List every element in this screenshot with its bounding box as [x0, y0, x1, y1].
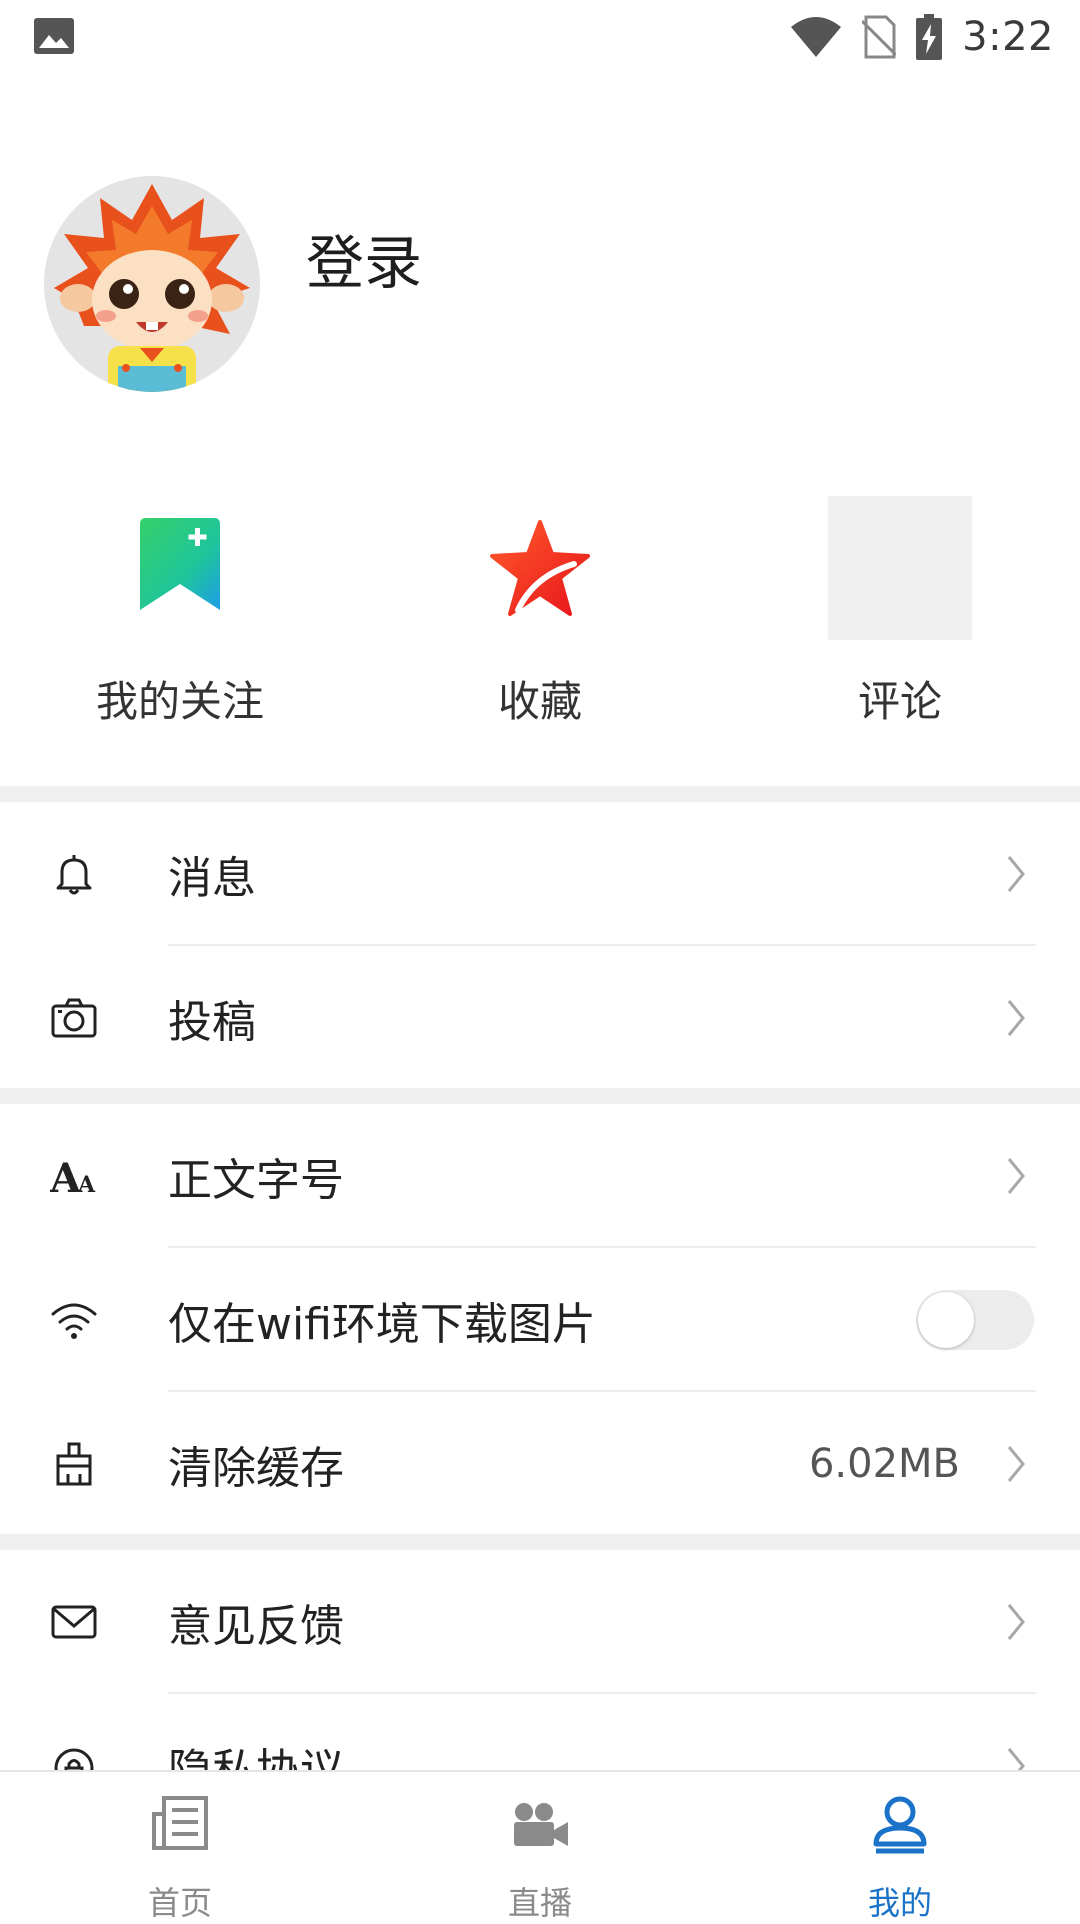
gallery-icon	[34, 18, 74, 54]
menu-row-messages[interactable]: 消息	[0, 802, 1080, 946]
shortcut-label: 我的关注	[95, 677, 264, 726]
wifi-signal-icon	[791, 17, 842, 57]
profile-header[interactable]: 登录	[0, 176, 1080, 396]
menu-label: 仅在wifi环境下载图片	[168, 1299, 596, 1350]
wifi-only-toggle[interactable]	[916, 1290, 1034, 1350]
clock: 3:22	[962, 14, 1054, 60]
shortcut-favorites[interactable]: 收藏	[360, 490, 720, 730]
tab-live[interactable]: 直播	[360, 1772, 720, 1922]
section-divider	[0, 786, 1080, 802]
chevron-right-icon	[1007, 1446, 1025, 1482]
menu-row-font-size[interactable]: A A 正文字号	[0, 1104, 1080, 1248]
shortcut-label: 评论	[857, 677, 942, 726]
cache-size-value: 6.02MB	[808, 1441, 960, 1487]
menu-label: 意见反馈	[168, 1601, 344, 1652]
menu-label: 正文字号	[168, 1155, 344, 1206]
shortcut-label: 收藏	[497, 677, 582, 726]
chevron-right-icon	[1007, 856, 1025, 892]
chevron-right-icon	[1007, 1000, 1025, 1036]
lion-mascot-icon	[54, 184, 250, 392]
menu-label: 消息	[168, 853, 256, 904]
bottom-nav: 首页 直播 我的	[0, 1770, 1080, 1922]
shortcut-grid: 我的关注 收藏 评论	[0, 490, 1080, 740]
menu-label: 清除缓存	[168, 1443, 344, 1494]
star-icon	[490, 520, 590, 616]
tab-home[interactable]: 首页	[0, 1772, 360, 1922]
battery-charging-icon	[916, 14, 943, 60]
section-divider	[0, 1088, 1080, 1104]
menu-row-submit[interactable]: 投稿	[0, 946, 1080, 1090]
menu-row-feedback[interactable]: 意见反馈	[0, 1550, 1080, 1694]
mail-icon	[51, 1605, 97, 1639]
video-camera-icon	[514, 1803, 568, 1846]
shortcut-following[interactable]: 我的关注	[0, 490, 360, 730]
toggle-knob	[918, 1292, 974, 1348]
tab-label: 首页	[147, 1884, 212, 1922]
status-bar: 3:22	[0, 0, 1080, 74]
broom-icon	[56, 1442, 92, 1486]
newspaper-icon	[152, 1796, 208, 1850]
tab-label: 我的	[867, 1884, 932, 1922]
svg-text:A: A	[77, 1172, 96, 1198]
login-link[interactable]: 登录	[306, 216, 422, 300]
shortcut-comments[interactable]: 评论	[720, 490, 1080, 730]
bookmark-plus-icon	[140, 518, 220, 610]
tab-mine[interactable]: 我的	[720, 1772, 1080, 1922]
font-size-icon: A A	[50, 1155, 96, 1200]
profile-icon	[873, 1796, 927, 1854]
camera-icon	[51, 998, 97, 1038]
chevron-right-icon	[1007, 1158, 1025, 1194]
menu-row-wifi-only: 仅在wifi环境下载图片	[0, 1248, 1080, 1392]
wifi-icon	[51, 1303, 97, 1339]
tab-label: 直播	[507, 1884, 572, 1922]
bell-icon	[56, 855, 92, 895]
no-sim-icon	[862, 15, 897, 59]
avatar[interactable]	[44, 176, 260, 392]
chevron-right-icon	[1007, 1604, 1025, 1640]
section-divider	[0, 1534, 1080, 1550]
menu-row-clear-cache[interactable]: 清除缓存 6.02MB	[0, 1392, 1080, 1536]
comment-placeholder-icon	[828, 496, 972, 640]
menu-label: 投稿	[168, 997, 256, 1048]
